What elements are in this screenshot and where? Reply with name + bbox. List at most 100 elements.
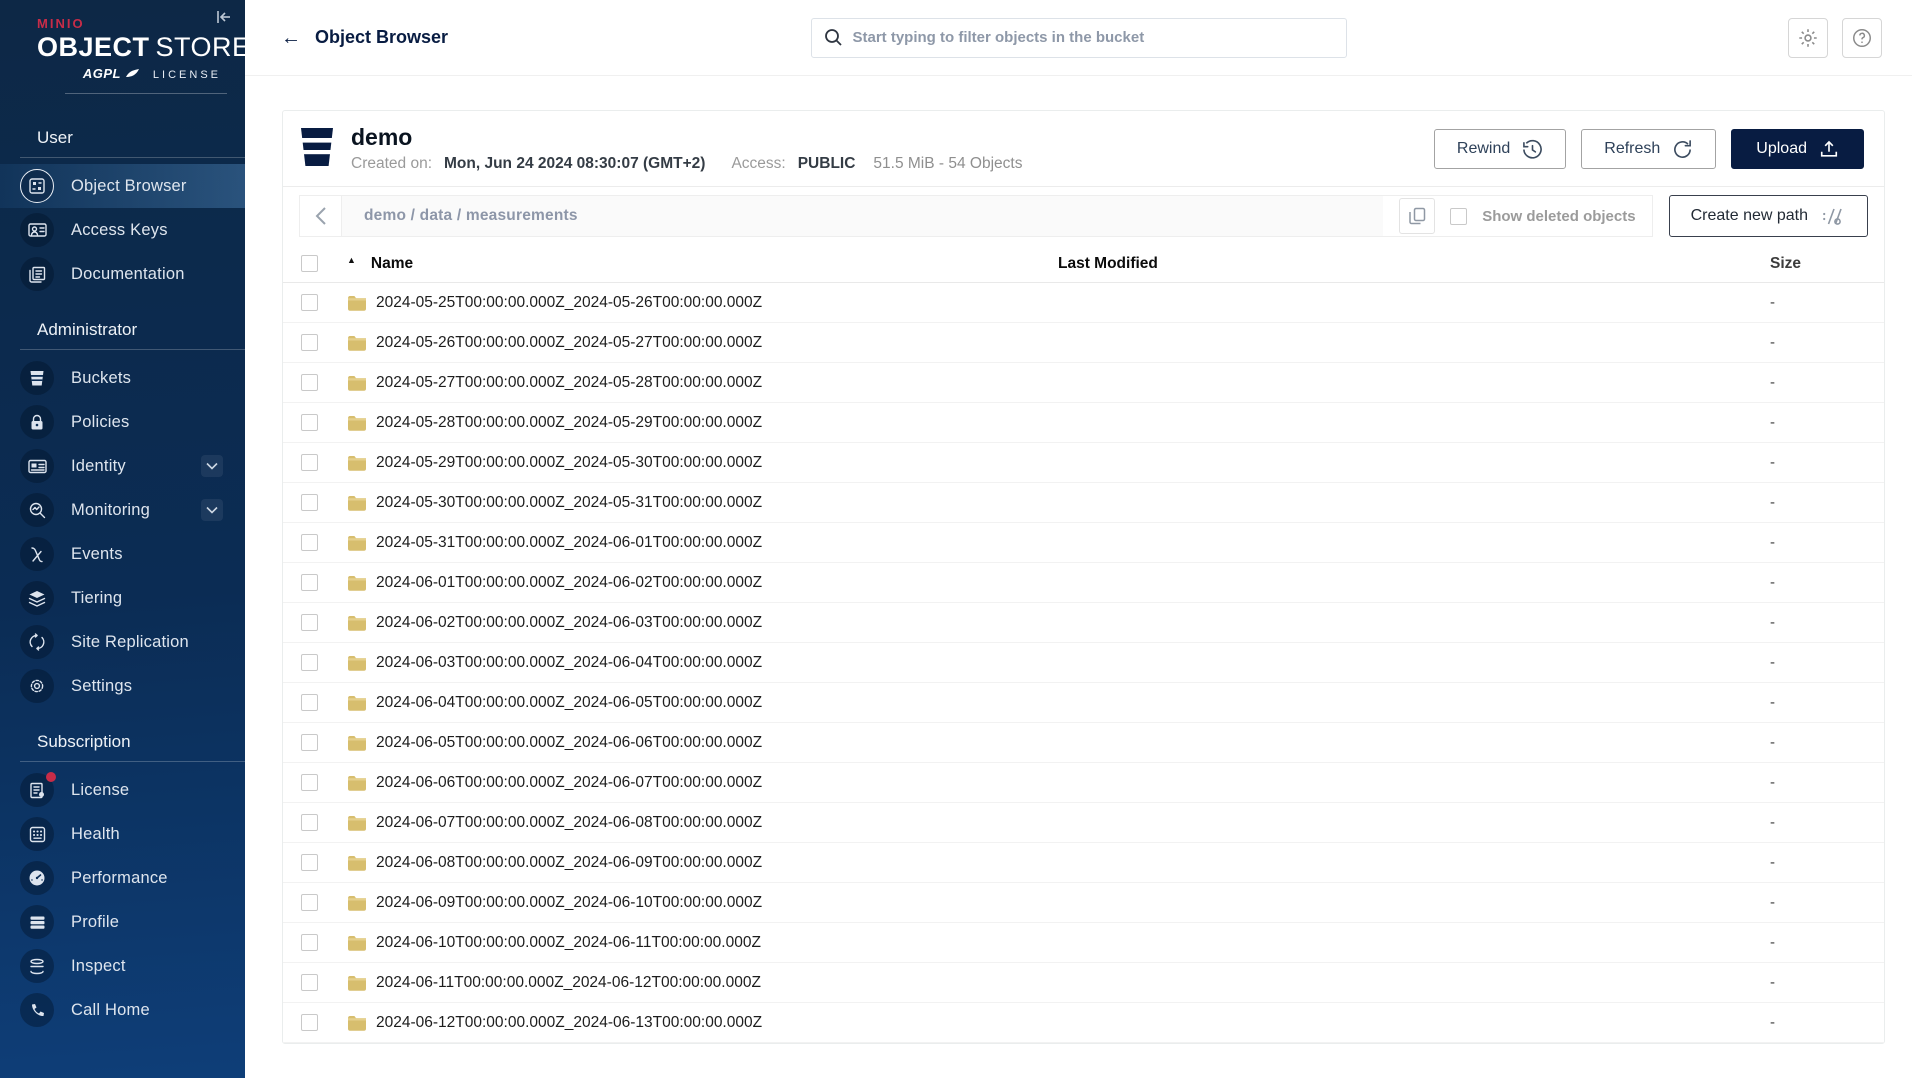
- table-row[interactable]: 2024-05-30T00:00:00.000Z_2024-05-31T00:0…: [283, 483, 1884, 524]
- row-checkbox[interactable]: [301, 654, 318, 672]
- table-row[interactable]: 2024-05-26T00:00:00.000Z_2024-05-27T00:0…: [283, 323, 1884, 364]
- search-input[interactable]: [852, 29, 1334, 46]
- row-checkbox[interactable]: [301, 454, 318, 472]
- object-name[interactable]: 2024-06-11T00:00:00.000Z_2024-06-12T00:0…: [376, 974, 761, 992]
- object-name[interactable]: 2024-06-05T00:00:00.000Z_2024-06-06T00:0…: [376, 734, 762, 752]
- row-checkbox[interactable]: [301, 854, 318, 872]
- column-size[interactable]: Size: [1770, 255, 1866, 273]
- object-name[interactable]: 2024-05-28T00:00:00.000Z_2024-05-29T00:0…: [376, 414, 762, 432]
- object-name[interactable]: 2024-06-06T00:00:00.000Z_2024-06-07T00:0…: [376, 774, 762, 792]
- sidebar-item-inspect[interactable]: Inspect: [0, 944, 245, 988]
- table-row[interactable]: 2024-05-25T00:00:00.000Z_2024-05-26T00:0…: [283, 283, 1884, 324]
- table-row[interactable]: 2024-06-12T00:00:00.000Z_2024-06-13T00:0…: [283, 1003, 1884, 1044]
- created-label: Created on:: [351, 155, 432, 173]
- help-button[interactable]: [1842, 17, 1882, 58]
- row-checkbox[interactable]: [301, 574, 318, 592]
- table-row[interactable]: 2024-06-10T00:00:00.000Z_2024-06-11T00:0…: [283, 923, 1884, 964]
- sidebar-item-policies[interactable]: Policies: [0, 400, 245, 444]
- table-row[interactable]: 2024-06-02T00:00:00.000Z_2024-06-03T00:0…: [283, 603, 1884, 644]
- object-name[interactable]: 2024-06-08T00:00:00.000Z_2024-06-09T00:0…: [376, 854, 762, 872]
- object-name[interactable]: 2024-06-04T00:00:00.000Z_2024-06-05T00:0…: [376, 694, 762, 712]
- collapse-sidebar-icon[interactable]: [213, 6, 235, 28]
- folder-icon: [348, 815, 366, 831]
- table-row[interactable]: 2024-06-04T00:00:00.000Z_2024-06-05T00:0…: [283, 683, 1884, 724]
- sidebar-item-site-replication[interactable]: Site Replication: [0, 620, 245, 664]
- table-row[interactable]: 2024-05-28T00:00:00.000Z_2024-05-29T00:0…: [283, 403, 1884, 444]
- table-row[interactable]: 2024-06-06T00:00:00.000Z_2024-06-07T00:0…: [283, 763, 1884, 804]
- column-last-modified[interactable]: Last Modified: [1058, 255, 1770, 273]
- row-checkbox[interactable]: [301, 974, 318, 992]
- minio-logo[interactable]: MINIO OBJECT STORE AGPL LICENSE: [0, 0, 245, 104]
- select-all-checkbox[interactable]: [301, 255, 318, 273]
- object-name[interactable]: 2024-06-10T00:00:00.000Z_2024-06-11T00:0…: [376, 934, 761, 952]
- refresh-button[interactable]: Refresh: [1581, 129, 1717, 170]
- show-deleted-label[interactable]: Show deleted objects: [1482, 208, 1635, 225]
- table-row[interactable]: 2024-06-05T00:00:00.000Z_2024-06-06T00:0…: [283, 723, 1884, 764]
- object-name[interactable]: 2024-06-12T00:00:00.000Z_2024-06-13T00:0…: [376, 1014, 762, 1032]
- sidebar-item-call-home[interactable]: Call Home: [0, 988, 245, 1032]
- object-name[interactable]: 2024-05-27T00:00:00.000Z_2024-05-28T00:0…: [376, 374, 762, 392]
- rewind-button[interactable]: Rewind: [1433, 129, 1567, 170]
- sidebar-item-license[interactable]: License: [0, 768, 245, 812]
- create-new-path-button[interactable]: Create new path: [1668, 195, 1868, 238]
- object-name[interactable]: 2024-05-29T00:00:00.000Z_2024-05-30T00:0…: [376, 454, 762, 472]
- sort-asc-icon[interactable]: ▲: [347, 255, 356, 265]
- table-row[interactable]: 2024-06-08T00:00:00.000Z_2024-06-09T00:0…: [283, 843, 1884, 884]
- column-name[interactable]: ▲ Name: [347, 255, 1058, 273]
- object-name[interactable]: 2024-05-31T00:00:00.000Z_2024-06-01T00:0…: [376, 534, 762, 552]
- sidebar-item-identity[interactable]: Identity: [0, 444, 245, 488]
- sidebar-item-access-keys[interactable]: Access Keys: [0, 208, 245, 252]
- row-checkbox[interactable]: [301, 1014, 318, 1032]
- sidebar-item-health[interactable]: Health: [0, 812, 245, 856]
- row-checkbox[interactable]: [301, 734, 318, 752]
- table-row[interactable]: 2024-06-09T00:00:00.000Z_2024-06-10T00:0…: [283, 883, 1884, 924]
- table-row[interactable]: 2024-05-31T00:00:00.000Z_2024-06-01T00:0…: [283, 523, 1884, 564]
- back-to-buckets[interactable]: ← Object Browser: [245, 27, 448, 48]
- object-name[interactable]: 2024-06-09T00:00:00.000Z_2024-06-10T00:0…: [376, 894, 762, 912]
- row-checkbox[interactable]: [301, 334, 318, 352]
- sidebar-item-documentation[interactable]: Documentation: [0, 252, 245, 296]
- sidebar-item-settings[interactable]: Settings: [0, 664, 245, 708]
- sidebar-item-performance[interactable]: Performance: [0, 856, 245, 900]
- object-name[interactable]: 2024-06-01T00:00:00.000Z_2024-06-02T00:0…: [376, 574, 762, 592]
- object-name[interactable]: 2024-05-25T00:00:00.000Z_2024-05-26T00:0…: [376, 294, 762, 312]
- row-checkbox[interactable]: [301, 414, 318, 432]
- copy-path-button[interactable]: [1399, 198, 1436, 235]
- sidebar-item-object-browser[interactable]: Object Browser: [0, 164, 245, 208]
- table-row[interactable]: 2024-05-29T00:00:00.000Z_2024-05-30T00:0…: [283, 443, 1884, 484]
- chevron-down-icon[interactable]: [201, 499, 223, 521]
- sidebar-item-profile[interactable]: Profile: [0, 900, 245, 944]
- sidebar-item-tiering[interactable]: Tiering: [0, 576, 245, 620]
- row-checkbox[interactable]: [301, 894, 318, 912]
- sidebar-item-events[interactable]: Events: [0, 532, 245, 576]
- row-checkbox[interactable]: [301, 934, 318, 952]
- table-row[interactable]: 2024-06-07T00:00:00.000Z_2024-06-08T00:0…: [283, 803, 1884, 844]
- row-checkbox[interactable]: [301, 614, 318, 632]
- upload-button[interactable]: Upload: [1731, 129, 1864, 170]
- navigate-up-button[interactable]: [300, 196, 342, 237]
- row-checkbox[interactable]: [301, 534, 318, 552]
- row-checkbox[interactable]: [301, 294, 318, 312]
- table-row[interactable]: 2024-06-11T00:00:00.000Z_2024-06-12T00:0…: [283, 963, 1884, 1004]
- table-row[interactable]: 2024-06-01T00:00:00.000Z_2024-06-02T00:0…: [283, 563, 1884, 604]
- row-checkbox[interactable]: [301, 494, 318, 512]
- back-arrow-icon[interactable]: ←: [281, 28, 301, 48]
- object-name[interactable]: 2024-06-07T00:00:00.000Z_2024-06-08T00:0…: [376, 814, 762, 832]
- row-checkbox[interactable]: [301, 774, 318, 792]
- row-checkbox[interactable]: [301, 694, 318, 712]
- object-name[interactable]: 2024-06-02T00:00:00.000Z_2024-06-03T00:0…: [376, 614, 762, 632]
- sidebar-item-monitoring[interactable]: Monitoring: [0, 488, 245, 532]
- access-value[interactable]: PUBLIC: [798, 155, 856, 173]
- object-name[interactable]: 2024-05-26T00:00:00.000Z_2024-05-27T00:0…: [376, 334, 762, 352]
- table-row[interactable]: 2024-06-03T00:00:00.000Z_2024-06-04T00:0…: [283, 643, 1884, 684]
- show-deleted-checkbox[interactable]: [1450, 207, 1468, 225]
- settings-button[interactable]: [1788, 17, 1828, 58]
- row-checkbox[interactable]: [301, 374, 318, 392]
- breadcrumb[interactable]: demo / data / measurements: [342, 196, 1384, 237]
- object-name[interactable]: 2024-06-03T00:00:00.000Z_2024-06-04T00:0…: [376, 654, 762, 672]
- row-checkbox[interactable]: [301, 814, 318, 832]
- object-name[interactable]: 2024-05-30T00:00:00.000Z_2024-05-31T00:0…: [376, 494, 762, 512]
- table-row[interactable]: 2024-05-27T00:00:00.000Z_2024-05-28T00:0…: [283, 363, 1884, 404]
- chevron-down-icon[interactable]: [201, 455, 223, 477]
- sidebar-item-buckets[interactable]: Buckets: [0, 356, 245, 400]
